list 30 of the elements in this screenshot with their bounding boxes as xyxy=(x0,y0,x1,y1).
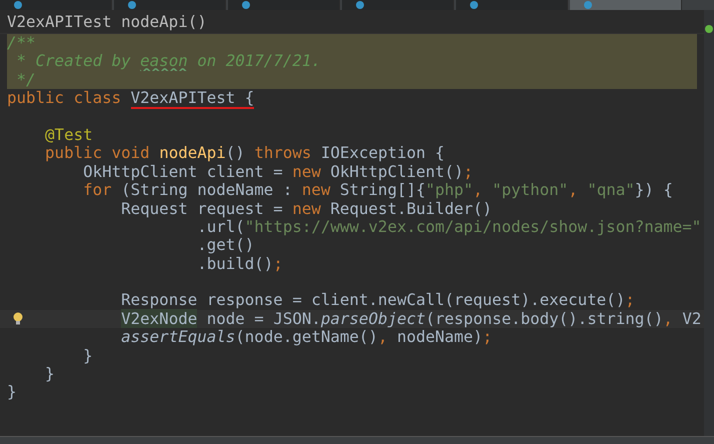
class-icon xyxy=(584,1,592,9)
editor-tab[interactable] xyxy=(0,0,112,10)
code-line: .url("https://www.v2ex.com/api/nodes/show.json?name=" xyxy=(196,218,702,236)
editor-tab[interactable] xyxy=(114,0,226,10)
code-line: Request request = new Request.Builder() xyxy=(120,200,492,218)
editor-tab[interactable] xyxy=(228,0,340,10)
class-icon xyxy=(242,1,250,9)
breadcrumb[interactable]: nodeApi() xyxy=(121,12,207,31)
code-line: .build(); xyxy=(196,254,283,274)
breadcrumb[interactable]: V2exAPITest xyxy=(7,12,112,31)
code-line: Response response = client.newCall(request).execute(); xyxy=(120,291,635,310)
class-icon xyxy=(356,1,364,9)
status-ok-icon xyxy=(705,25,713,33)
class-icon xyxy=(128,1,136,9)
editor-tab[interactable] xyxy=(342,0,454,10)
code-line: } xyxy=(44,365,55,384)
code-line: V2exNode node = JSON.parseObject(response.body().string(), V2 xyxy=(120,310,702,328)
code-line: } xyxy=(82,346,93,366)
code-line: assertEquals(node.getName(), nodeName); xyxy=(120,328,492,347)
code-line: .get() xyxy=(196,236,254,255)
code-line: } xyxy=(7,383,17,402)
class-icon xyxy=(14,1,22,9)
code-line: public class V2exAPITest { xyxy=(7,89,254,108)
code-line: @Test xyxy=(44,126,93,144)
class-icon xyxy=(470,1,478,9)
code-line: OkHttpClient client = new OkHttpClient(); xyxy=(82,162,474,182)
editor-tab[interactable] xyxy=(456,0,568,10)
code-line: for (String nodeName : new String[]{"php", "python", "qna"}) { xyxy=(82,181,673,200)
code-line: public void nodeApi() throws IOException { xyxy=(44,144,445,163)
lightbulb-icon[interactable] xyxy=(13,312,23,325)
